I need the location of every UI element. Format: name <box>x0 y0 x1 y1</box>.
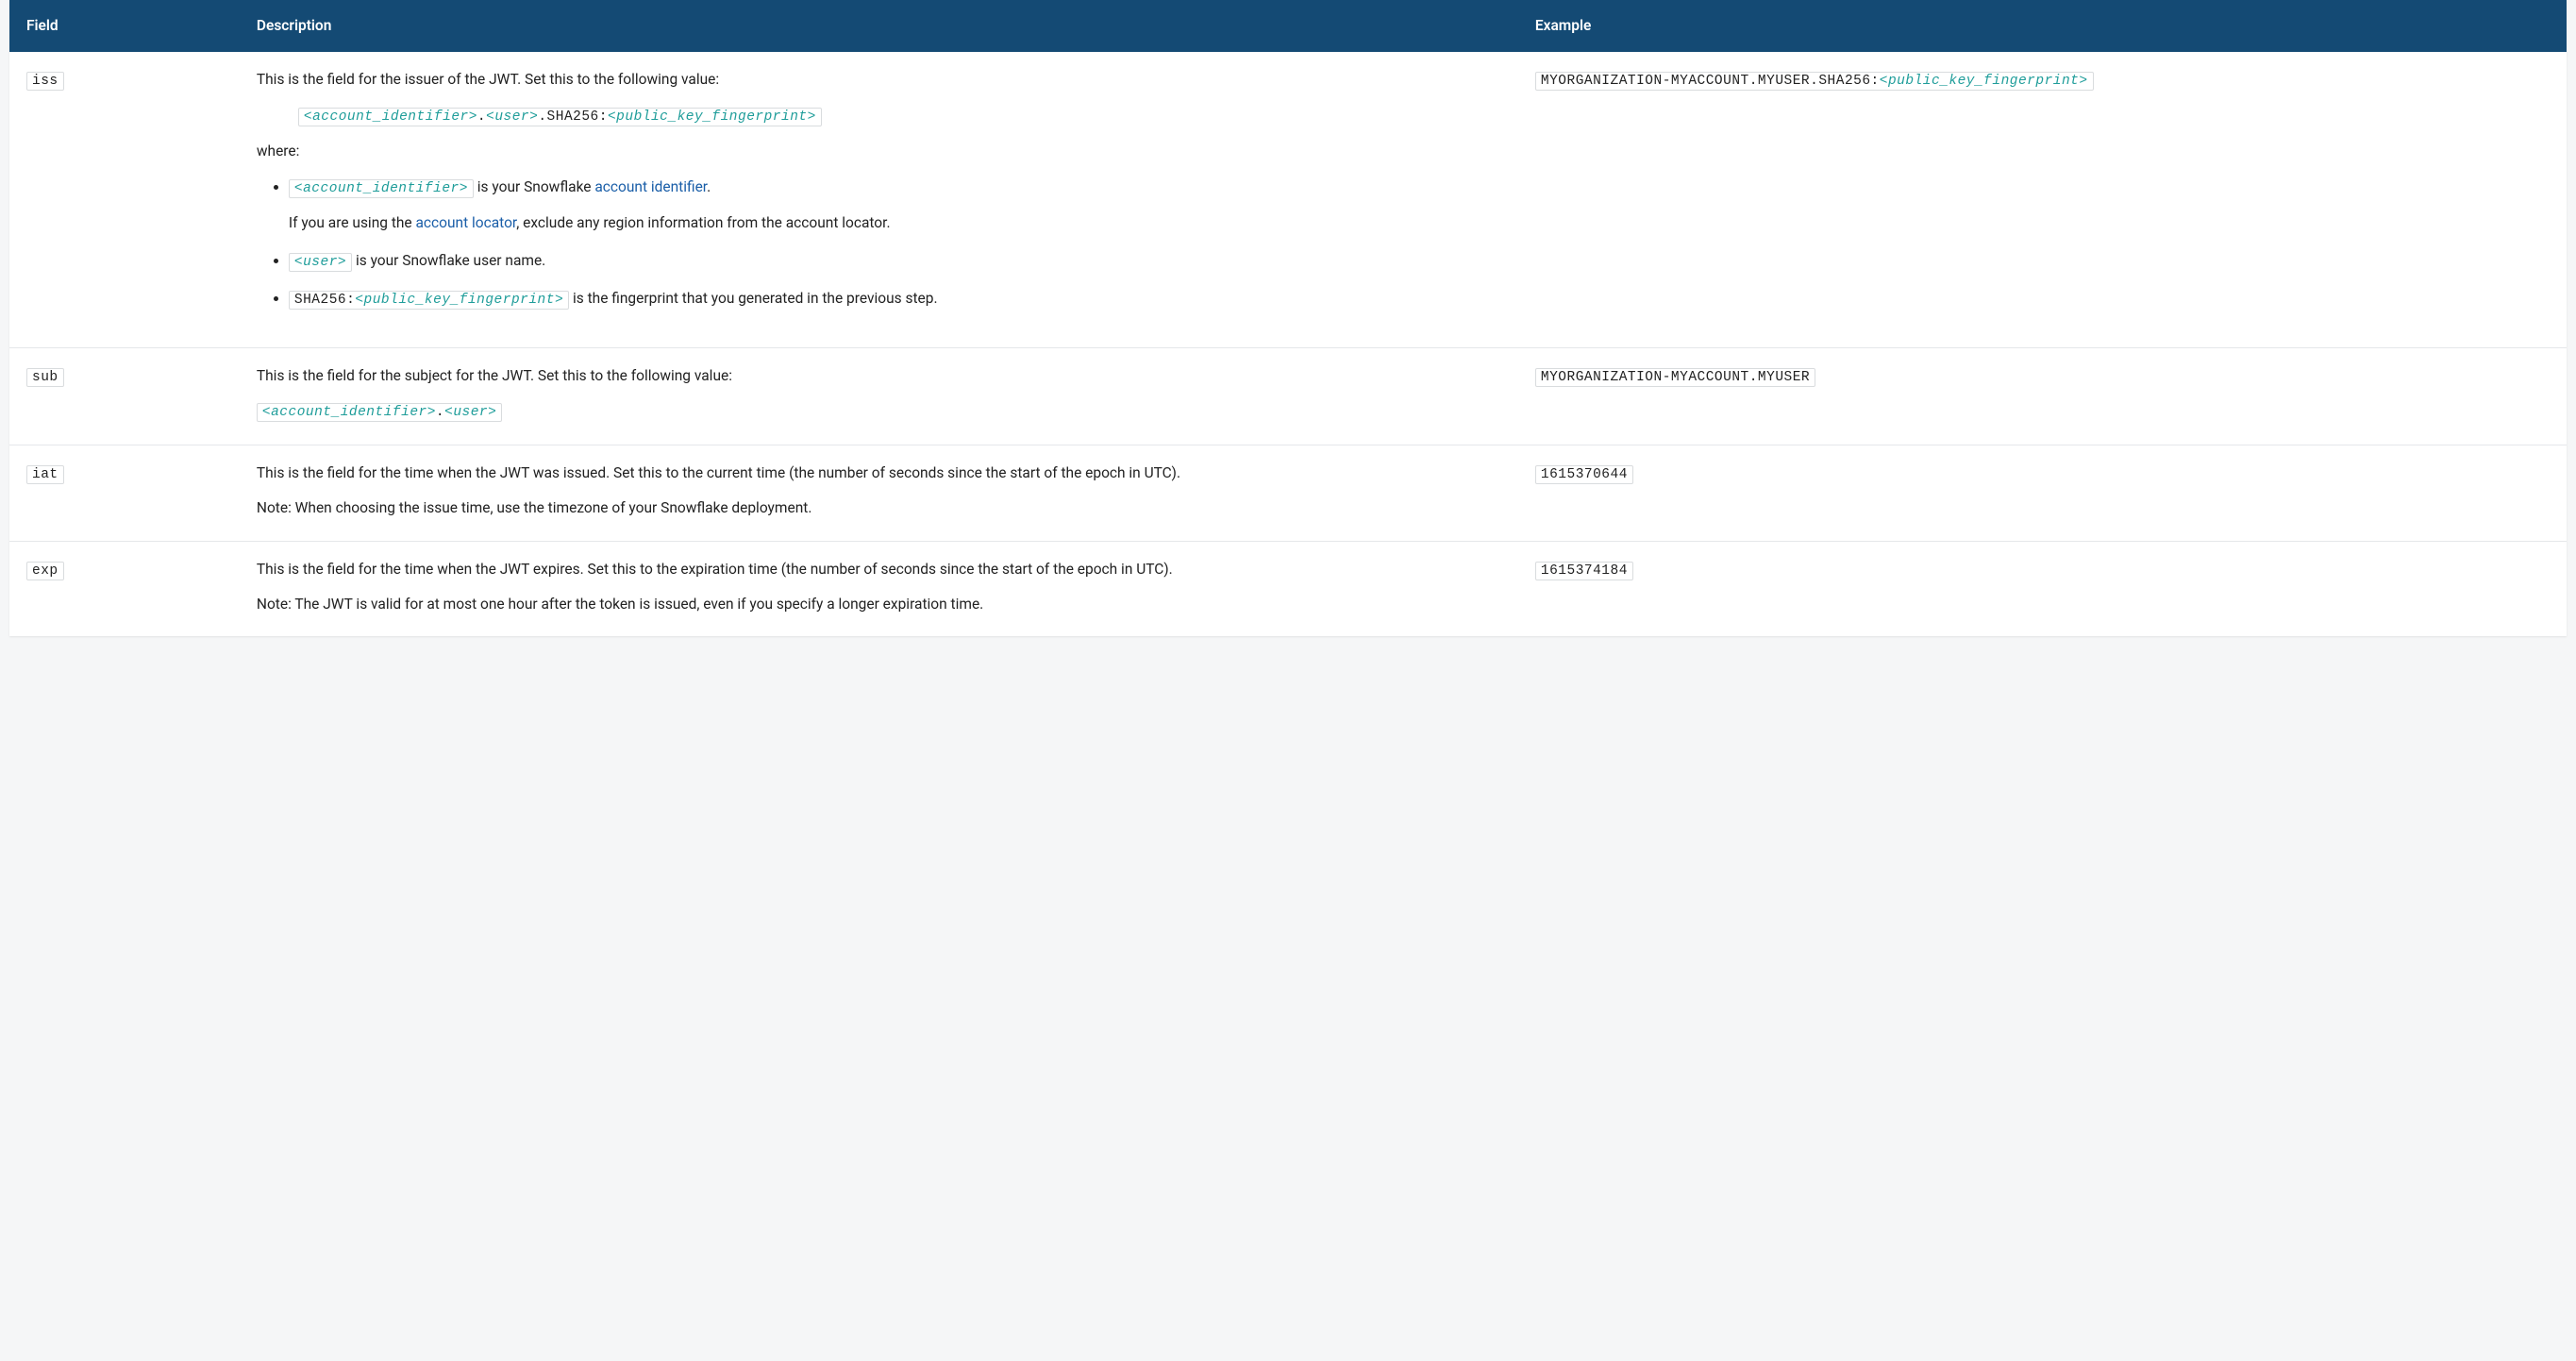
sub-example-code: MYORGANIZATION-MYACCOUNT.MYUSER <box>1535 368 1815 387</box>
field-name-exp: exp <box>26 562 64 580</box>
iss-bullet-list: <account_identifier> is your Snowflake a… <box>257 176 1501 312</box>
iat-desc-p1: This is the field for the time when the … <box>257 462 1501 484</box>
iat-desc-p2: Note: When choosing the issue time, use … <box>257 497 1501 519</box>
jwt-fields-table: Field Description Example iss This is th… <box>9 0 2567 636</box>
table-row: iss This is the field for the issuer of … <box>9 52 2567 347</box>
table-row: sub This is the field for the subject fo… <box>9 348 2567 445</box>
exp-example-code: 1615374184 <box>1535 562 1633 580</box>
list-item: <user> is your Snowflake user name. <box>289 250 1501 274</box>
account-locator-link[interactable]: account locator <box>416 214 517 231</box>
user-code: <user> <box>289 253 352 272</box>
account-identifier-link[interactable]: account identifier <box>594 178 707 195</box>
account-identifier-code: <account_identifier> <box>289 179 474 198</box>
iss-example-code: MYORGANIZATION-MYACCOUNT.MYUSER.SHA256:<… <box>1535 72 2094 91</box>
field-name-iss: iss <box>26 72 64 91</box>
field-name-sub: sub <box>26 368 64 387</box>
sub-value-code: <account_identifier>.<user> <box>257 403 502 422</box>
iat-example-code: 1615370644 <box>1535 465 1633 484</box>
header-field: Field <box>9 0 240 52</box>
iss-where: where: <box>257 141 1501 162</box>
table-header-row: Field Description Example <box>9 0 2567 52</box>
exp-desc-p2: Note: The JWT is valid for at most one h… <box>257 594 1501 615</box>
sha256-fingerprint-code: SHA256:<public_key_fingerprint> <box>289 291 569 310</box>
header-example: Example <box>1518 0 2567 52</box>
field-name-iat: iat <box>26 465 64 484</box>
list-item: <account_identifier> is your Snowflake a… <box>289 176 1501 235</box>
table-row: exp This is the field for the time when … <box>9 541 2567 636</box>
header-description: Description <box>240 0 1518 52</box>
list-item: SHA256:<public_key_fingerprint> is the f… <box>289 288 1501 311</box>
iss-intro: This is the field for the issuer of the … <box>257 69 1501 91</box>
table-row: iat This is the field for the time when … <box>9 445 2567 542</box>
sub-intro: This is the field for the subject for th… <box>257 365 1501 387</box>
iss-value-code: <account_identifier>.<user>.SHA256:<publ… <box>298 108 822 126</box>
exp-desc-p1: This is the field for the time when the … <box>257 559 1501 580</box>
